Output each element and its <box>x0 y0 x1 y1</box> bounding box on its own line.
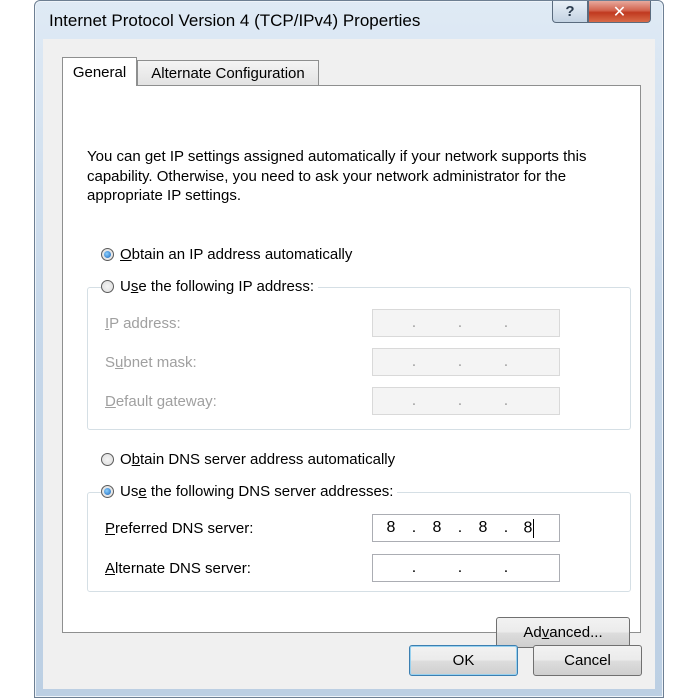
dialog-window: Internet Protocol Version 4 (TCP/IPv4) P… <box>34 0 664 698</box>
radio-label: Obtain an IP address automatically <box>120 246 353 263</box>
default-gateway-label: Default gateway: <box>105 393 217 410</box>
cancel-button[interactable]: Cancel <box>533 645 642 676</box>
ip-address-label: IP address: <box>105 315 181 332</box>
radio-obtain-ip-auto[interactable]: Obtain an IP address automatically <box>101 246 357 263</box>
subnet-mask-input[interactable]: ... <box>372 348 560 376</box>
radio-label: Obtain DNS server address automatically <box>120 451 396 468</box>
default-gateway-input[interactable]: ... <box>372 387 560 415</box>
radio-button-icon <box>101 280 114 293</box>
radio-button-icon <box>101 453 114 466</box>
radio-label: Use the following IP address: <box>120 278 315 295</box>
dialog-client-area: General Alternate Configuration You can … <box>43 39 655 689</box>
radio-label: Use the following DNS server addresses: <box>120 483 394 500</box>
tab-alternate-configuration[interactable]: Alternate Configuration <box>137 60 319 86</box>
description-text: You can get IP settings assigned automat… <box>87 148 587 204</box>
preferred-dns-input[interactable]: 8.8.8.8 <box>372 514 560 542</box>
radio-use-following-ip[interactable]: Use the following IP address: <box>101 278 319 295</box>
alternate-dns-label: Alternate DNS server: <box>105 560 251 577</box>
close-button[interactable]: ✕ <box>588 1 651 23</box>
radio-obtain-dns-auto[interactable]: Obtain DNS server address automatically <box>101 451 400 468</box>
radio-button-icon <box>101 485 114 498</box>
radio-button-icon <box>101 248 114 261</box>
subnet-mask-label: Subnet mask: <box>105 354 197 371</box>
tab-general[interactable]: General <box>62 57 137 86</box>
general-tab-panel: You can get IP settings assigned automat… <box>62 85 641 648</box>
close-icon: ✕ <box>612 3 627 21</box>
window-title: Internet Protocol Version 4 (TCP/IPv4) P… <box>49 11 421 30</box>
preferred-dns-label: Preferred DNS server: <box>105 520 254 537</box>
ok-button[interactable]: OK <box>409 645 518 676</box>
ip-address-input[interactable]: ... <box>372 309 560 337</box>
help-icon: ? <box>565 3 575 20</box>
text-cursor <box>533 518 535 538</box>
help-button[interactable]: ? <box>552 1 588 23</box>
radio-use-following-dns[interactable]: Use the following DNS server addresses: <box>101 483 398 500</box>
advanced-button[interactable]: Ad v anced... <box>496 617 630 648</box>
alternate-dns-input[interactable]: ... <box>372 554 560 582</box>
